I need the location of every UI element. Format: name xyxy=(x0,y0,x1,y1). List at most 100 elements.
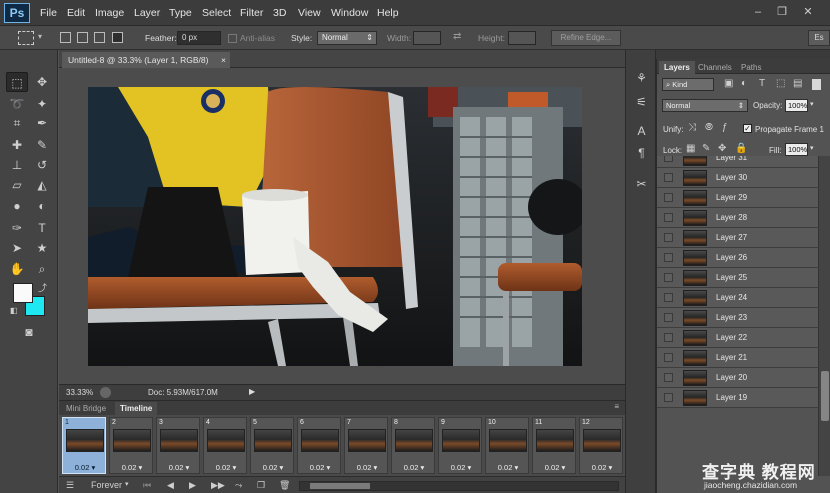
add-to-selection-icon[interactable] xyxy=(77,32,88,43)
visibility-toggle-icon[interactable] xyxy=(664,273,673,282)
layer-row[interactable]: Layer 29 xyxy=(657,188,818,208)
blur-icon[interactable]: ● xyxy=(6,196,28,216)
layer-row[interactable]: Layer 23 xyxy=(657,308,818,328)
timeline-frame[interactable]: 3 0.02 ▾ xyxy=(156,417,200,474)
status-menu-arrow-icon[interactable]: ▶ xyxy=(249,387,255,396)
timeline-frame[interactable]: 4 0.02 ▾ xyxy=(203,417,247,474)
lock-pixels-icon[interactable]: ✎ xyxy=(702,143,710,154)
chevron-down-icon[interactable]: ▾ xyxy=(38,32,42,41)
history-panel-icon[interactable]: ⚘ xyxy=(633,70,650,86)
close-tab-icon[interactable]: × xyxy=(221,52,226,68)
width-input[interactable] xyxy=(413,31,441,45)
lasso-icon[interactable]: ➰ xyxy=(6,94,28,114)
swap-colors-icon[interactable]: ⤴ xyxy=(38,281,47,294)
tab-paths[interactable]: Paths xyxy=(736,61,766,74)
loop-options[interactable]: Forever xyxy=(91,480,122,490)
loop-chevron-icon[interactable]: ▾ xyxy=(125,480,129,488)
next-frame-icon[interactable]: ▶▶ xyxy=(211,480,225,491)
adjustments-panel-icon[interactable]: ⚟ xyxy=(633,94,650,110)
healing-brush-icon[interactable]: ✚ xyxy=(6,135,28,155)
hand-icon[interactable]: ✋ xyxy=(6,259,28,279)
timeline-frame[interactable]: 6 0.02 ▾ xyxy=(297,417,341,474)
visibility-toggle-icon[interactable] xyxy=(664,173,673,182)
workspace-button[interactable]: Es xyxy=(808,30,830,46)
close-icon[interactable]: ✕ xyxy=(801,5,815,19)
menu-filter[interactable]: Filter xyxy=(240,7,263,19)
visibility-toggle-icon[interactable] xyxy=(664,213,673,222)
menu-3d[interactable]: 3D xyxy=(273,7,286,19)
minimize-icon[interactable]: – xyxy=(751,5,765,19)
visibility-toggle-icon[interactable] xyxy=(664,233,673,242)
menu-window[interactable]: Window xyxy=(331,7,368,19)
intersect-selection-icon[interactable] xyxy=(112,32,123,43)
swap-icon[interactable]: ⇄ xyxy=(453,31,461,42)
frame-delay-select[interactable]: 0.02 ▾ xyxy=(584,463,620,473)
frame-delay-select[interactable]: 0.02 ▾ xyxy=(161,463,197,473)
menu-image[interactable]: Image xyxy=(95,7,124,19)
layer-row[interactable]: Layer 19 xyxy=(657,388,818,408)
layers-scrollbar-thumb[interactable] xyxy=(821,371,829,421)
path-selection-icon[interactable]: ➤ xyxy=(6,238,28,258)
layer-row[interactable]: Layer 28 xyxy=(657,208,818,228)
zoom-icon[interactable]: ⌕ xyxy=(31,259,53,279)
frame-delay-select[interactable]: 0.02 ▾ xyxy=(208,463,244,473)
eraser-icon[interactable]: ▱ xyxy=(6,175,28,195)
opacity-input[interactable]: 100% xyxy=(785,99,808,112)
zoom-level[interactable]: 33.33% xyxy=(66,388,93,397)
convert-to-timeline-icon[interactable]: ☰ xyxy=(66,480,74,491)
visibility-toggle-icon[interactable] xyxy=(664,156,673,162)
layer-row[interactable]: Layer 30 xyxy=(657,168,818,188)
visibility-toggle-icon[interactable] xyxy=(664,393,673,402)
timeline-frame[interactable]: 2 0.02 ▾ xyxy=(109,417,153,474)
tab-mini-bridge[interactable]: Mini Bridge xyxy=(61,402,111,415)
new-selection-icon[interactable] xyxy=(60,32,71,43)
filter-toggle[interactable] xyxy=(812,79,821,90)
layer-row[interactable]: Layer 21 xyxy=(657,348,818,368)
visibility-toggle-icon[interactable] xyxy=(664,193,673,202)
layer-row[interactable]: Layer 27 xyxy=(657,228,818,248)
default-colors-icon[interactable]: ◧ xyxy=(10,306,18,315)
duplicate-frame-icon[interactable]: ❐ xyxy=(257,480,265,491)
layer-row[interactable]: Layer 24 xyxy=(657,288,818,308)
rectangular-marquee-icon[interactable]: ⬚ xyxy=(6,72,28,92)
status-info-icon[interactable] xyxy=(100,387,111,398)
antialias-checkbox[interactable] xyxy=(228,34,237,43)
eyedropper-icon[interactable]: ✒ xyxy=(31,113,53,133)
frame-delay-select[interactable]: 0.02 ▾ xyxy=(255,463,291,473)
move-tool-icon[interactable]: ✥ xyxy=(31,72,53,92)
menu-view[interactable]: View xyxy=(298,7,321,19)
pen-icon[interactable]: ✑ xyxy=(6,218,28,238)
layer-filter-select[interactable]: ⌕ Kind xyxy=(662,78,714,91)
paragraph-panel-icon[interactable]: ¶ xyxy=(633,145,650,161)
frame-delay-select[interactable]: 0.02 ▾ xyxy=(537,463,573,473)
tab-channels[interactable]: Channels xyxy=(693,61,737,74)
menu-type[interactable]: Type xyxy=(169,7,192,19)
frame-delay-select[interactable]: 0.02 ▾ xyxy=(67,463,103,473)
menu-edit[interactable]: Edit xyxy=(67,7,85,19)
pixel-filter-icon[interactable]: ▣ xyxy=(724,78,733,89)
layer-row[interactable]: Layer 31 xyxy=(657,156,818,168)
layer-row[interactable]: Layer 22 xyxy=(657,328,818,348)
frame-delay-select[interactable]: 0.02 ▾ xyxy=(490,463,526,473)
layers-scrollbar[interactable] xyxy=(818,156,830,476)
timeline-frame[interactable]: 11 0.02 ▾ xyxy=(532,417,576,474)
smart-object-filter-icon[interactable]: ▤ xyxy=(793,78,802,89)
tween-icon[interactable]: ⤳ xyxy=(235,480,242,491)
type-tool-icon[interactable]: T xyxy=(31,218,53,238)
brush-icon[interactable]: ✎ xyxy=(31,135,53,155)
timeline-frame[interactable]: 12 0.02 ▾ xyxy=(579,417,623,474)
visibility-toggle-icon[interactable] xyxy=(664,353,673,362)
previous-frame-icon[interactable]: ◀ xyxy=(167,480,174,491)
timeline-frame[interactable]: 7 0.02 ▾ xyxy=(344,417,388,474)
marquee-tool-preset-icon[interactable] xyxy=(18,31,34,45)
unify-visibility-icon[interactable]: ⦾ xyxy=(705,122,713,133)
frame-delay-select[interactable]: 0.02 ▾ xyxy=(114,463,150,473)
shape-filter-icon[interactable]: ⬚ xyxy=(776,78,785,89)
canvas-area[interactable] xyxy=(59,68,625,384)
character-panel-icon[interactable]: A xyxy=(633,123,650,139)
opacity-chevron-icon[interactable]: ▾ xyxy=(810,100,814,108)
subtract-selection-icon[interactable] xyxy=(94,32,105,43)
play-icon[interactable]: ▶ xyxy=(189,480,196,491)
style-select[interactable]: Normal ⇕ xyxy=(317,31,377,45)
height-input[interactable] xyxy=(508,31,536,45)
